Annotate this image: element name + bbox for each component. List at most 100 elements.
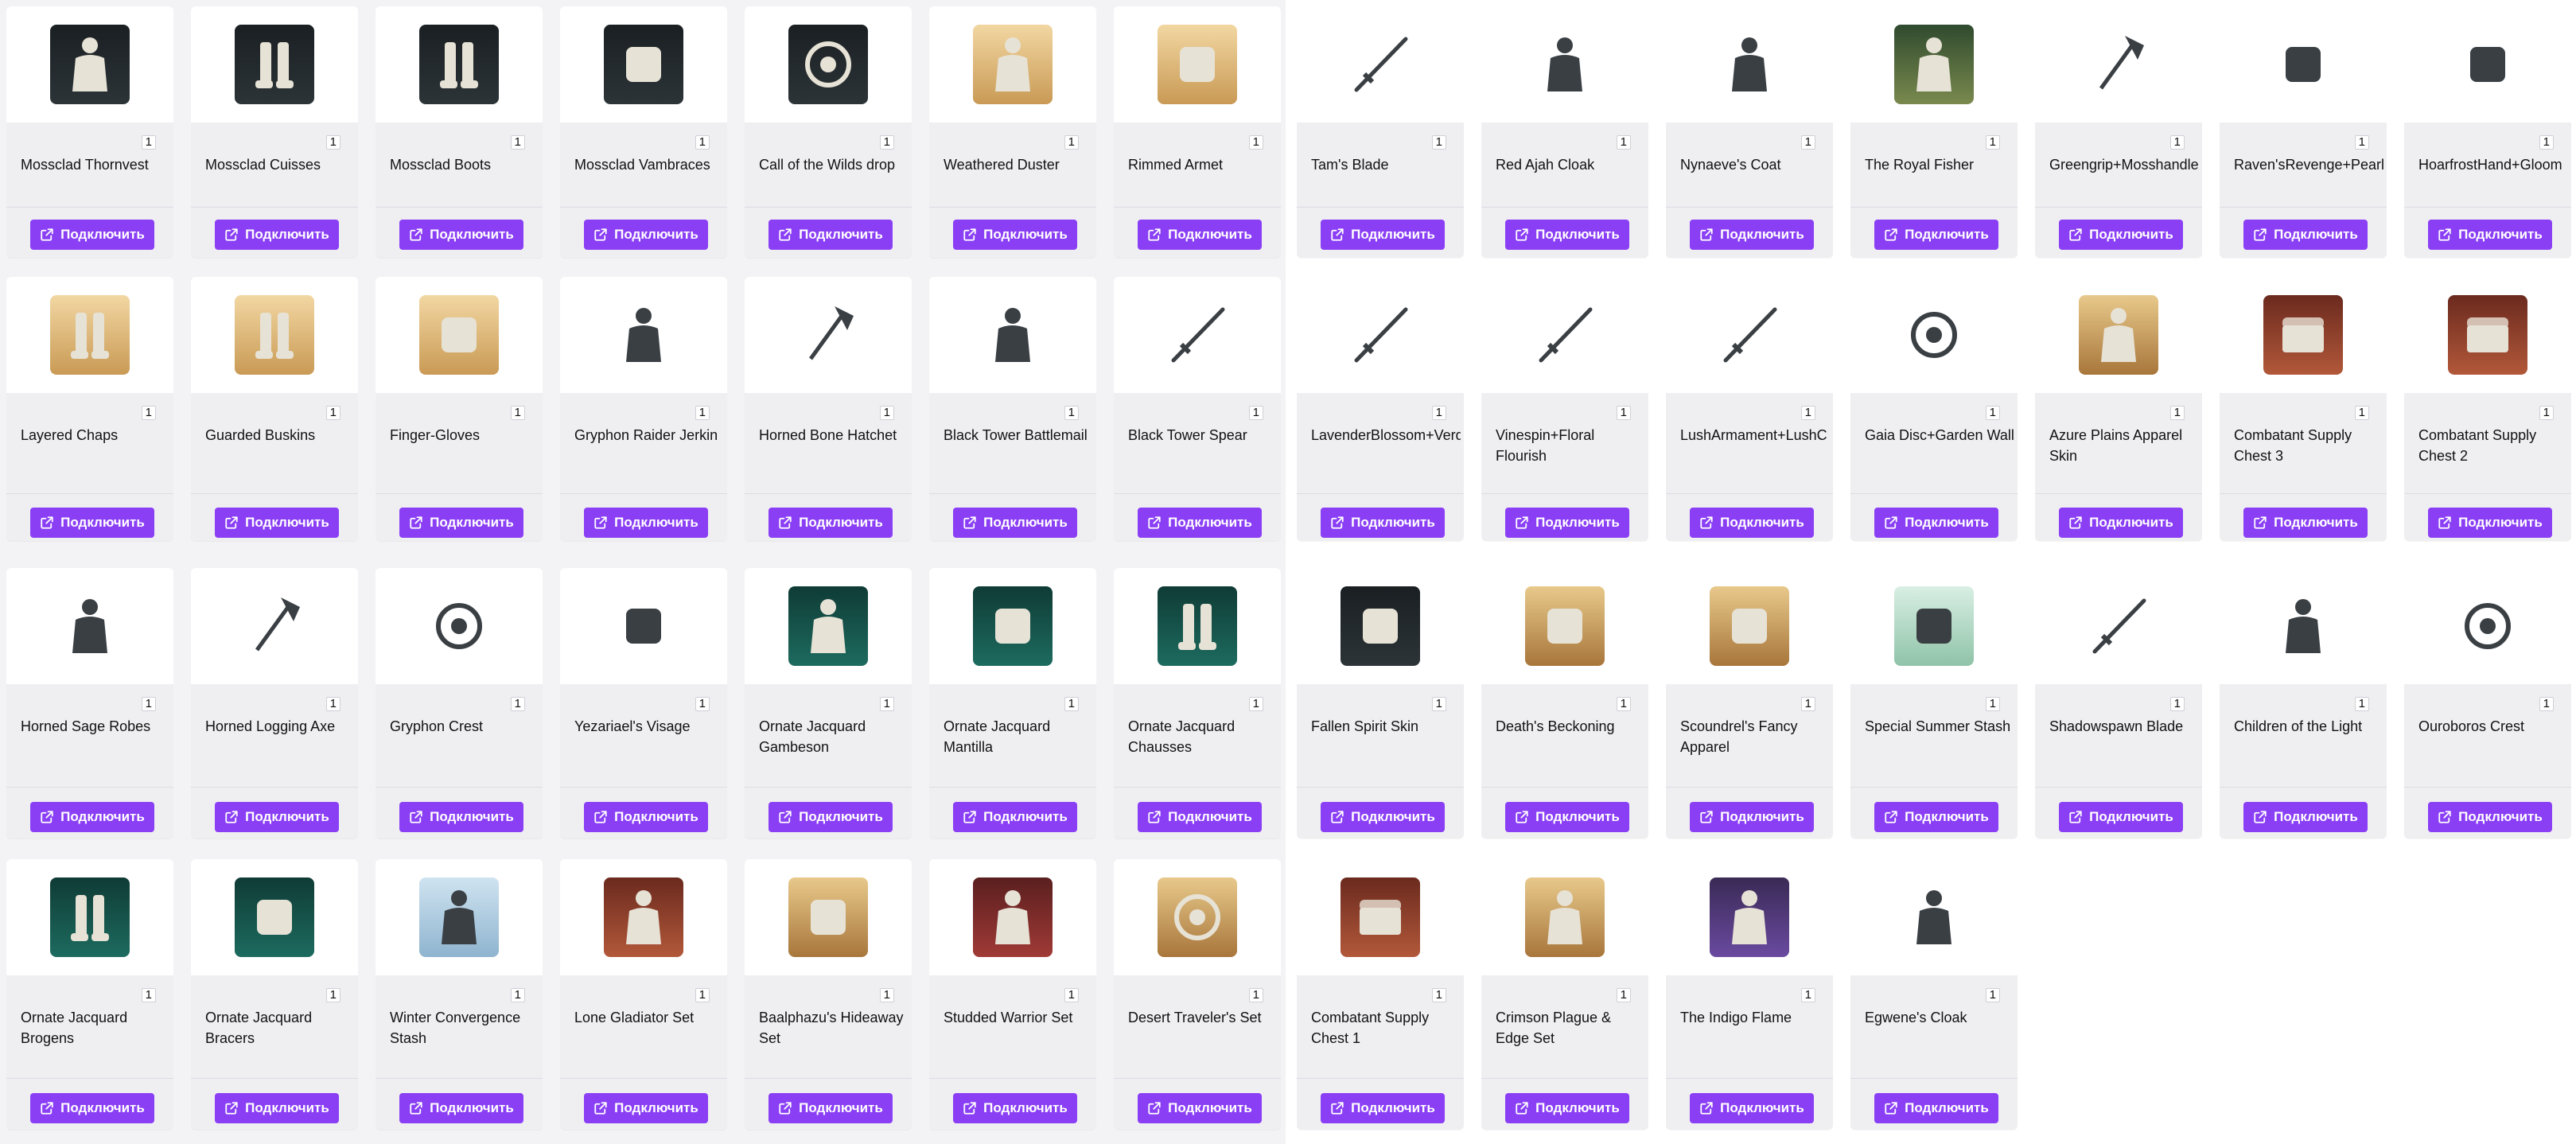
connect-button[interactable]: Подключить <box>2243 802 2368 832</box>
quantity-badge: 1 <box>510 406 525 420</box>
connect-button[interactable]: Подключить <box>769 802 893 832</box>
connect-button[interactable]: Подключить <box>953 802 1077 832</box>
item-card: 1 Gaia Disc+Garden Wall Подключить <box>1850 277 2018 541</box>
item-card: 1 Combatant Supply Chest 3 Подключить <box>2220 277 2387 541</box>
connect-button[interactable]: Подключить <box>2428 508 2552 538</box>
connect-button[interactable]: Подключить <box>1321 220 1445 250</box>
item-card: 1 Greengrip+Mosshandle Подключить <box>2035 6 2202 258</box>
item-name: LavenderBlossom+Verd <box>1311 427 1461 443</box>
connect-button[interactable]: Подключить <box>2243 220 2368 250</box>
connect-button[interactable]: Подключить <box>215 220 339 250</box>
connect-button[interactable]: Подключить <box>30 1093 154 1123</box>
connect-button[interactable]: Подключить <box>1505 508 1629 538</box>
connect-button[interactable]: Подключить <box>1505 1093 1629 1123</box>
item-image-area <box>745 859 912 975</box>
connect-button[interactable]: Подключить <box>1321 802 1445 832</box>
connect-button[interactable]: Подключить <box>2243 508 2368 538</box>
connect-button[interactable]: Подключить <box>953 508 1077 538</box>
connect-button[interactable]: Подключить <box>584 508 708 538</box>
connect-button-label: Подключить <box>1720 515 1804 530</box>
character-icon <box>604 877 683 957</box>
connect-button[interactable]: Подключить <box>584 220 708 250</box>
item-card: 1 HoarfrostHand+Gloom Подключить <box>2404 6 2571 258</box>
card-divider <box>1297 1078 1464 1079</box>
connect-button[interactable]: Подключить <box>215 802 339 832</box>
external-link-icon <box>1331 516 1344 529</box>
connect-button-label: Подключить <box>60 1100 145 1115</box>
item-card: 1 Finger-Gloves Подключить <box>376 277 543 541</box>
connect-button[interactable]: Подключить <box>30 220 154 250</box>
connect-button[interactable]: Подключить <box>1690 1093 1814 1123</box>
external-link-icon <box>2438 228 2451 241</box>
connect-button[interactable]: Подключить <box>2059 802 2183 832</box>
boots-icon <box>419 25 499 104</box>
connect-button[interactable]: Подключить <box>1690 802 1814 832</box>
connect-button[interactable]: Подключить <box>1874 1093 1998 1123</box>
card-divider <box>929 1078 1096 1079</box>
connect-button[interactable]: Подключить <box>769 220 893 250</box>
item-name: Horned Bone Hatchet <box>759 427 897 443</box>
connect-button[interactable]: Подключить <box>1505 220 1629 250</box>
item-image-area <box>1297 568 1464 684</box>
connect-button[interactable]: Подключить <box>953 1093 1077 1123</box>
connect-button[interactable]: Подключить <box>1874 508 1998 538</box>
card-divider <box>6 1078 173 1079</box>
connect-button[interactable]: Подключить <box>1505 802 1629 832</box>
card-divider <box>1297 493 1464 494</box>
connect-button[interactable]: Подключить <box>1690 508 1814 538</box>
item-image-area <box>560 859 727 975</box>
card-divider <box>2035 493 2202 494</box>
connect-button[interactable]: Подключить <box>2428 802 2552 832</box>
quantity-badge: 1 <box>1248 135 1263 150</box>
connect-button[interactable]: Подключить <box>1138 220 1262 250</box>
connect-button[interactable]: Подключить <box>1874 220 1998 250</box>
connect-button[interactable]: Подключить <box>1138 508 1262 538</box>
card-divider <box>560 787 727 788</box>
connect-button[interactable]: Подключить <box>769 1093 893 1123</box>
left-inventory-panel: 1 Mossclad Thornvest Подключить 1 Mosscl… <box>0 0 1286 1144</box>
quantity-badge: 1 <box>2539 406 2554 420</box>
item-name: Combatant Supply Chest 1 <box>1311 1010 1430 1046</box>
connect-button[interactable]: Подключить <box>30 802 154 832</box>
external-link-icon <box>225 1102 238 1115</box>
item-name: Rimmed Armet <box>1128 157 1224 173</box>
connect-button[interactable]: Подключить <box>399 802 523 832</box>
connect-button[interactable]: Подключить <box>2059 508 2183 538</box>
card-divider <box>2404 493 2571 494</box>
connect-button[interactable]: Подключить <box>2428 220 2552 250</box>
item-image-area <box>929 6 1096 123</box>
spear-icon <box>1158 295 1237 375</box>
connect-button[interactable]: Подключить <box>399 1093 523 1123</box>
item-name: Fallen Spirit Skin <box>1311 718 1419 734</box>
card-divider <box>2220 207 2387 208</box>
card-divider <box>2220 787 2387 788</box>
connect-button[interactable]: Подключить <box>769 508 893 538</box>
item-image-area <box>191 277 358 393</box>
right-inventory-panel: 1 Tam's Blade Подключить 1 Red Ajah Cloa… <box>1290 0 2576 1144</box>
connect-button[interactable]: Подключить <box>1138 802 1262 832</box>
connect-button[interactable]: Подключить <box>1690 220 1814 250</box>
connect-button[interactable]: Подключить <box>1138 1093 1262 1123</box>
connect-button[interactable]: Подключить <box>1321 1093 1445 1123</box>
connect-button[interactable]: Подключить <box>1874 802 1998 832</box>
connect-button[interactable]: Подключить <box>584 1093 708 1123</box>
item-name: Yezariael's Visage <box>574 718 691 734</box>
connect-button[interactable]: Подключить <box>584 802 708 832</box>
connect-button[interactable]: Подключить <box>215 508 339 538</box>
connect-button[interactable]: Подключить <box>399 220 523 250</box>
connect-button[interactable]: Подключить <box>953 220 1077 250</box>
connect-button[interactable]: Подключить <box>30 508 154 538</box>
item-image-area <box>1666 6 1833 123</box>
connect-button[interactable]: Подключить <box>1321 508 1445 538</box>
item-card: 1 LushArmament+LushC Подключить <box>1666 277 1833 541</box>
connect-button[interactable]: Подключить <box>2059 220 2183 250</box>
connect-button[interactable]: Подключить <box>215 1093 339 1123</box>
item-image-area <box>1481 277 1648 393</box>
connect-button[interactable]: Подключить <box>399 508 523 538</box>
cloak-icon <box>1894 877 1974 957</box>
quantity-badge: 1 <box>510 697 525 711</box>
item-image-area <box>376 277 543 393</box>
chest-icon <box>2448 295 2527 375</box>
card-divider <box>376 1078 543 1079</box>
axe-icon <box>235 586 314 666</box>
